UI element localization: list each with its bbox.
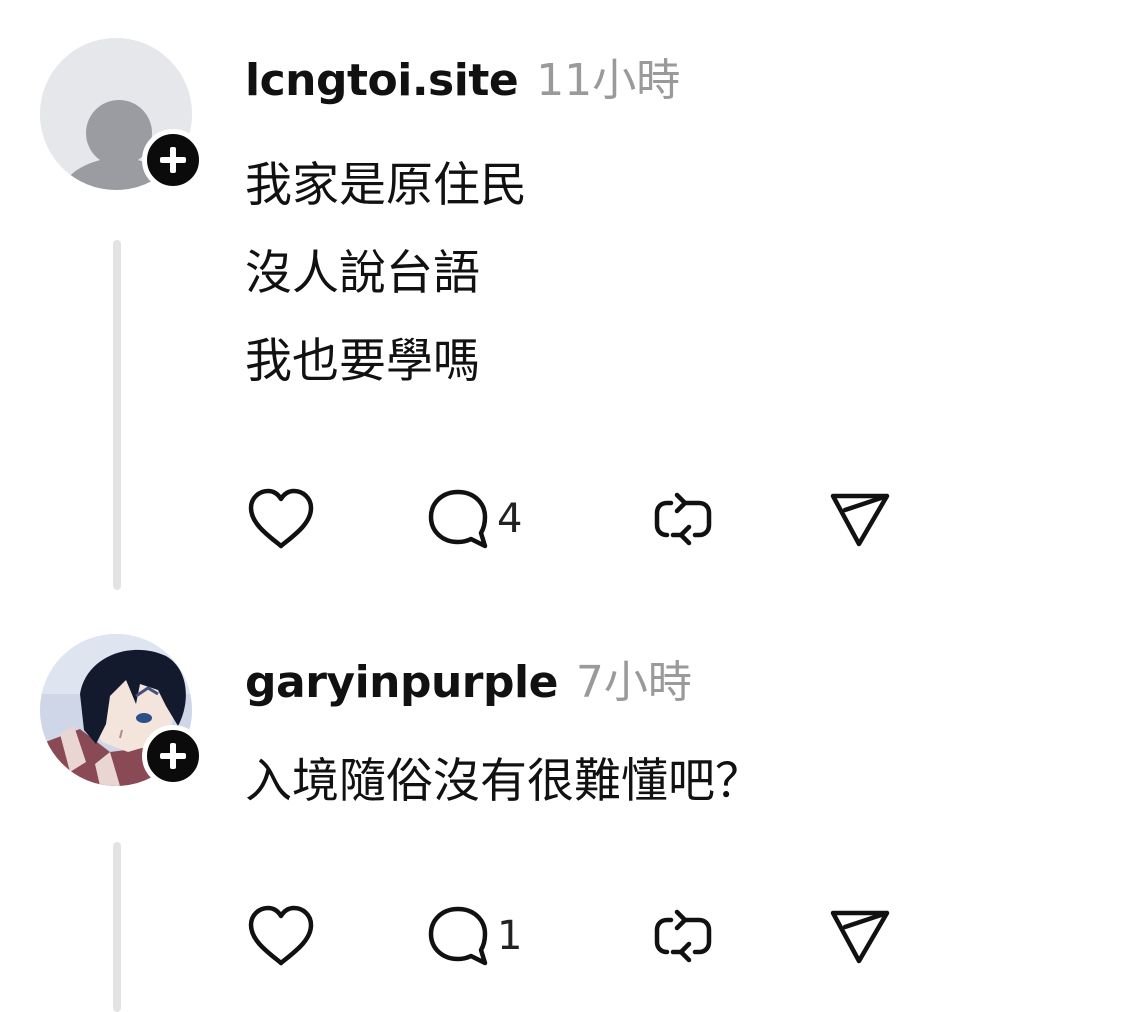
share-button[interactable] <box>827 900 893 972</box>
username[interactable]: garyinpurple <box>245 657 558 708</box>
follow-button[interactable] <box>142 129 204 191</box>
plus-icon <box>160 147 186 173</box>
heart-icon <box>248 488 314 549</box>
repost-icon <box>654 909 712 963</box>
repost-button[interactable] <box>647 483 719 555</box>
thread-line <box>113 842 121 1012</box>
plus-icon <box>160 743 186 769</box>
post-header: garyinpurple 7小時 <box>245 646 692 710</box>
heart-icon <box>248 905 314 966</box>
comment-bubble-icon <box>428 489 488 549</box>
send-icon <box>830 910 890 964</box>
repost-button[interactable] <box>647 900 719 972</box>
username[interactable]: lcngtoi.site <box>245 55 519 106</box>
reply-button[interactable]: 4 <box>425 483 522 555</box>
post-text: 我家是原住民 沒人說台語 我也要學嗎 <box>245 142 527 406</box>
send-icon <box>830 493 890 547</box>
like-button[interactable] <box>245 483 317 555</box>
post-text: 入境隨俗沒有很難懂吧？ <box>245 738 762 826</box>
avatar-container <box>40 634 204 787</box>
reply-button[interactable]: 1 <box>425 900 522 972</box>
post-text-line: 入境隨俗沒有很難懂吧？ <box>245 754 762 809</box>
post-text-line: 我家是原住民 <box>245 158 527 213</box>
timestamp: 7小時 <box>575 657 692 708</box>
reply-count: 1 <box>497 913 523 959</box>
share-button[interactable] <box>827 483 893 555</box>
like-button[interactable] <box>245 900 317 972</box>
post-text-line: 我也要學嗎 <box>245 334 480 389</box>
post-text-line: 沒人說台語 <box>245 246 480 301</box>
reply-count: 4 <box>497 496 523 542</box>
repost-icon <box>654 492 712 546</box>
timestamp: 11小時 <box>536 55 681 106</box>
comment-bubble-icon <box>428 906 488 966</box>
follow-button[interactable] <box>142 725 204 787</box>
post-header: lcngtoi.site 11小時 <box>245 44 680 108</box>
thread-line <box>113 240 121 590</box>
avatar-container <box>40 38 204 191</box>
